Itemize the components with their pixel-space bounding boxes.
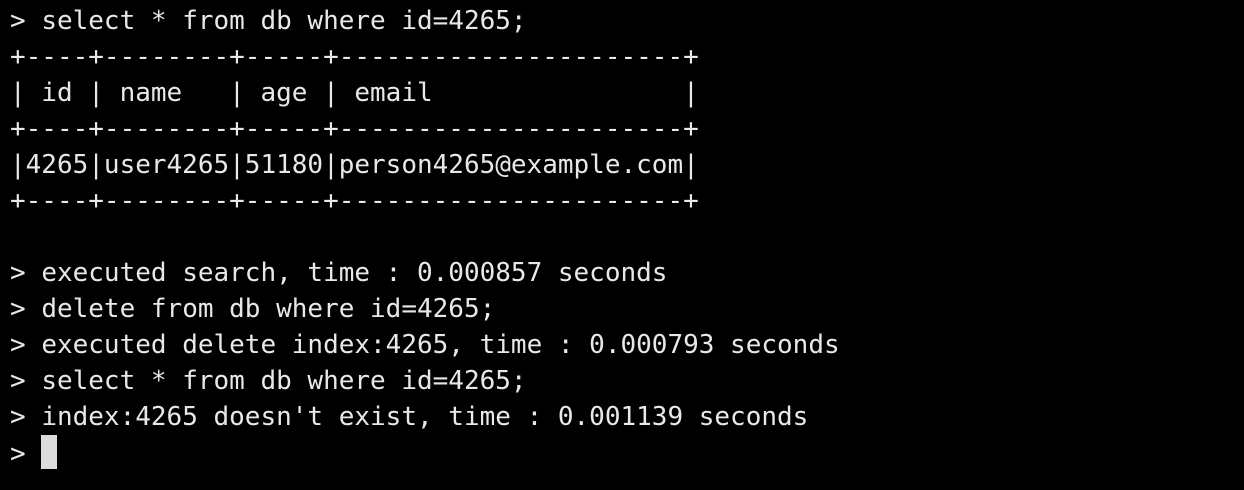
output-text: executed delete index:4265, time : 0.000… [41, 330, 840, 360]
table-header: | id | name | age | email | [10, 78, 699, 108]
prompt: > [10, 6, 42, 36]
output-text: executed search, time : 0.000857 seconds [41, 258, 668, 288]
output-line: > executed delete index:4265, time : 0.0… [10, 327, 1244, 363]
command-text: select * from db where id=4265; [41, 366, 527, 396]
prompt: > [10, 366, 42, 396]
input-line[interactable]: > [10, 435, 1244, 471]
prompt: > [10, 258, 42, 288]
output-text: index:4265 doesn't exist, time : 0.00113… [41, 402, 809, 432]
output-line: > index:4265 doesn't exist, time : 0.001… [10, 399, 1244, 435]
prompt: > [10, 402, 42, 432]
table-top-border: +----+--------+-----+-------------------… [10, 42, 699, 72]
command-text: delete from db where id=4265; [41, 294, 496, 324]
table-header-separator: +----+--------+-----+-------------------… [10, 114, 699, 144]
output-line: > executed search, time : 0.000857 secon… [10, 255, 1244, 291]
command-line: > select * from db where id=4265; [10, 3, 1244, 39]
cursor [41, 435, 58, 469]
prompt: > [10, 439, 42, 469]
command-text: select * from db where id=4265; [41, 6, 527, 36]
table-row: |4265|user4265|51180|person4265@example.… [10, 150, 699, 180]
table-bottom-border: +----+--------+-----+-------------------… [10, 186, 699, 216]
terminal-window[interactable]: > select * from db where id=4265; +----+… [0, 0, 1244, 490]
command-line: > select * from db where id=4265; [10, 363, 1244, 399]
prompt: > [10, 294, 42, 324]
command-line: > delete from db where id=4265; [10, 291, 1244, 327]
prompt: > [10, 330, 42, 360]
